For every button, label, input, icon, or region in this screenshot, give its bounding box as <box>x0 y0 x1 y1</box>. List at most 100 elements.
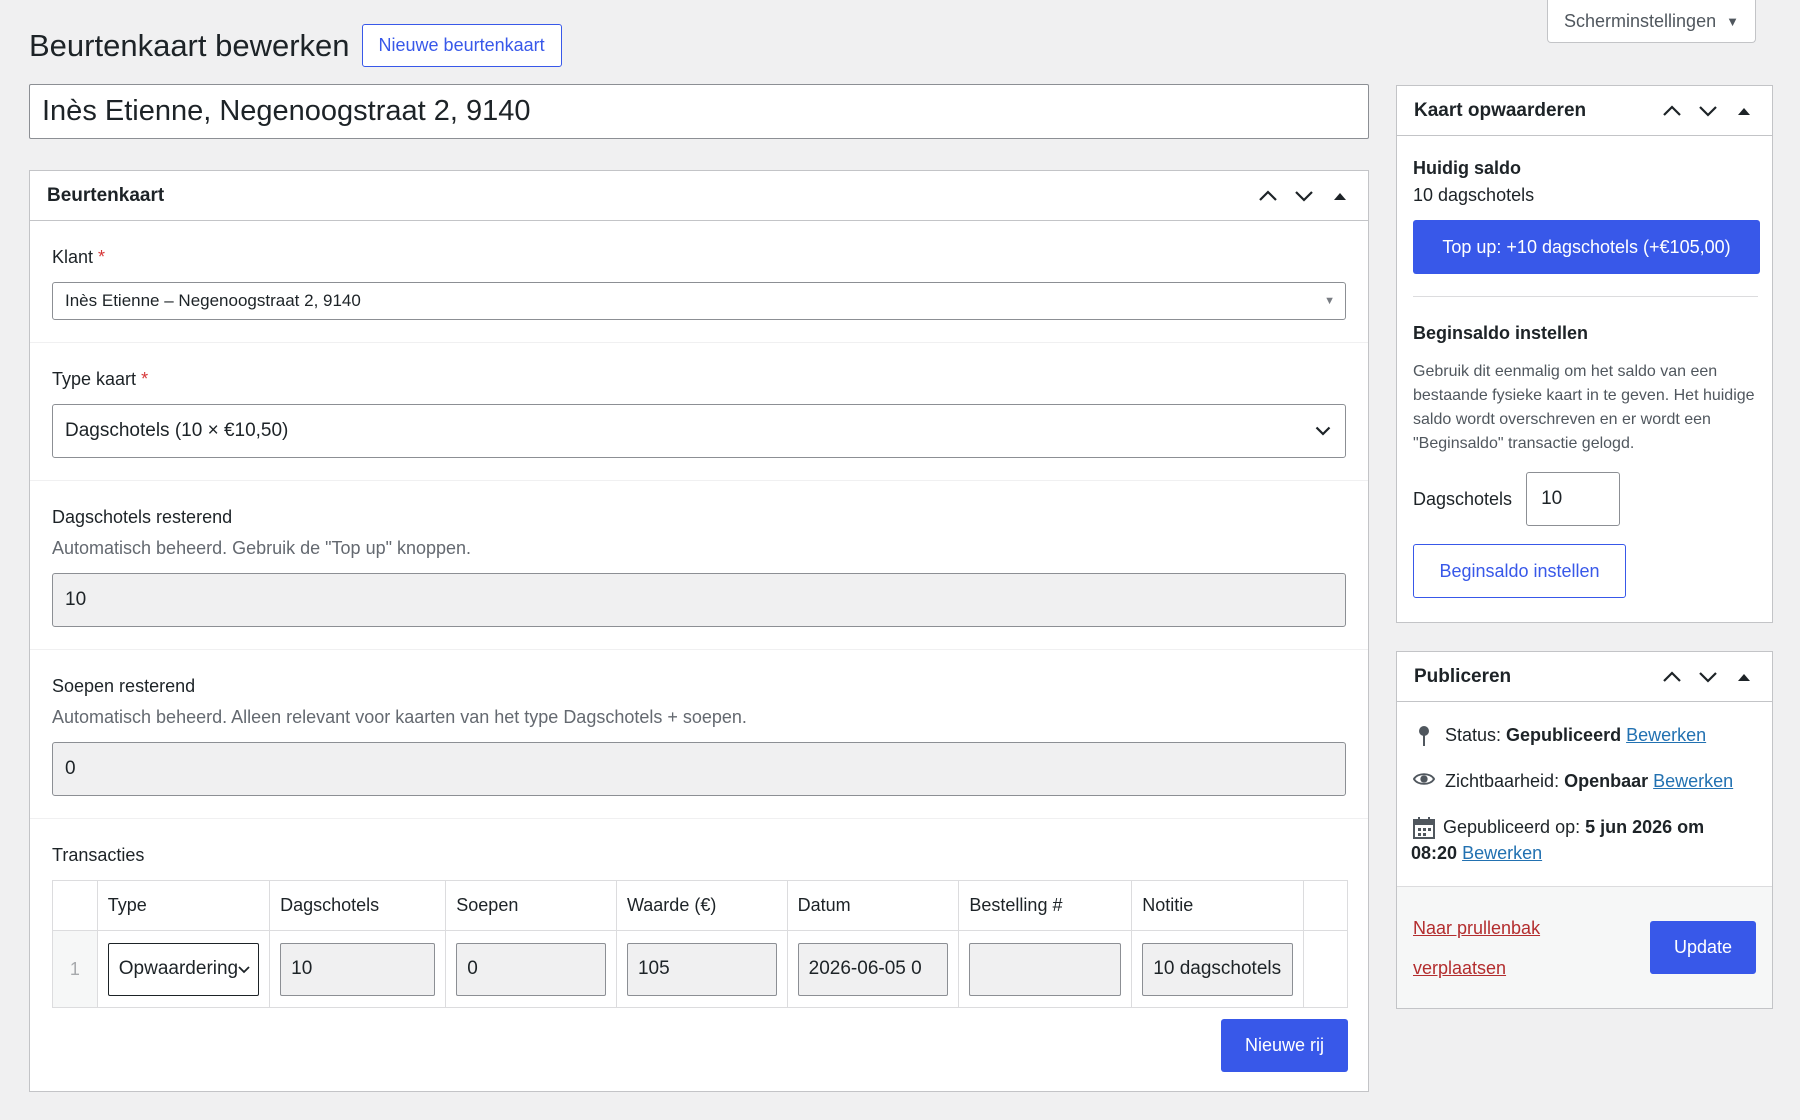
move-down-icon[interactable] <box>1292 184 1316 208</box>
type-kaart-label: Type kaart * <box>52 369 149 389</box>
edit-visibility-link[interactable]: Bewerken <box>1653 771 1733 791</box>
type-select[interactable]: Opwaardering <box>107 942 260 996</box>
move-up-icon[interactable] <box>1660 99 1684 123</box>
screen-options-button[interactable]: Scherminstellingen ▼ <box>1547 0 1756 43</box>
type-kaart-field: Type kaart * Dagschotels (10 × €10,50) <box>30 343 1368 481</box>
soepen-cell: 0 <box>445 930 617 1008</box>
waarde-cell: 105 <box>615 930 788 1008</box>
edit-date-link[interactable]: Bewerken <box>1462 843 1542 863</box>
divider <box>1413 296 1758 297</box>
published-text: Gepubliceerd op: 5 jun 2026 om 08:20 Bewe… <box>1411 817 1705 863</box>
transacties-table: Type Dagschotels Soepen Waarde (€) Datum… <box>52 880 1348 1008</box>
status-row: Status: Gepubliceerd Bewerken <box>1413 722 1756 748</box>
column-header: Soepen <box>445 880 617 931</box>
caret-down-icon: ▼ <box>1324 295 1335 307</box>
row-number-header <box>52 880 98 931</box>
datum-cell-input[interactable]: 2026-06-05 0 <box>797 942 949 996</box>
update-button[interactable]: Update <box>1650 921 1756 974</box>
visibility-row: Zichtbaarheid: Openbaar Bewerken <box>1413 768 1756 794</box>
bestelling-cell-input[interactable] <box>969 942 1122 996</box>
toggle-panel-icon[interactable] <box>1732 665 1756 689</box>
beurtenkaart-metabox: Beurtenkaart Klant * Inès Etienne – Nege… <box>29 170 1369 1092</box>
column-header: Bestelling # <box>958 880 1133 931</box>
metabox-handles <box>1660 99 1756 123</box>
table-row: 1 Opwaardering 10 0 105 2026-06-05 0 10 … <box>52 930 1348 1008</box>
post-title-input[interactable]: Inès Etienne, Negenoogstraat 2, 9140 <box>29 84 1369 139</box>
soepen-field: Soepen resterend Automatisch beheerd. Al… <box>30 650 1368 819</box>
klant-field: Klant * Inès Etienne – Negenoogstraat 2,… <box>30 221 1368 343</box>
type-kaart-select-value: Dagschotels (10 × €10,50) <box>65 420 289 441</box>
page-title: Beurtenkaart bewerken <box>29 27 350 63</box>
metabox-header: Kaart opwaarderen <box>1397 86 1772 136</box>
dagschotels-field: Dagschotels resterend Automatisch beheer… <box>30 481 1368 650</box>
soepen-input: 0 <box>52 742 1346 796</box>
begin-dagschotels-label: Dagschotels <box>1413 488 1513 509</box>
chevron-down-icon <box>238 958 250 980</box>
metabox-handles <box>1256 184 1352 208</box>
add-row-button[interactable]: Nieuwe rij <box>1220 1019 1348 1072</box>
transacties-label: Transacties <box>52 845 145 865</box>
notitie-cell-input[interactable]: 10 dagschotels <box>1142 942 1294 996</box>
publish-metabox: Publiceren Status: Gepubliceerd Bewerken… <box>1396 651 1773 1009</box>
metabox-handles <box>1660 665 1756 689</box>
set-begin-balance-button[interactable]: Beginsaldo instellen <box>1413 544 1626 598</box>
calendar-icon <box>1413 814 1435 839</box>
row-actions-cell[interactable] <box>1303 930 1348 1008</box>
dagschotels-input: 10 <box>52 573 1346 627</box>
metabox-title: Publiceren <box>1414 665 1512 687</box>
status-text: Status: Gepubliceerd Bewerken <box>1445 725 1707 745</box>
datum-cell: 2026-06-05 0 <box>786 930 960 1008</box>
klant-select-value: Inès Etienne – Negenoogstraat 2, 9140 <box>65 291 361 310</box>
notitie-cell: 10 dagschotels <box>1131 930 1305 1008</box>
publish-content: Status: Gepubliceerd Bewerken Zichtbaarh… <box>1397 702 1772 882</box>
visibility-text: Zichtbaarheid: Openbaar Bewerken <box>1445 771 1734 791</box>
topup-button[interactable]: Top up: +10 dagschotels (+€105,00) <box>1413 220 1760 274</box>
klant-select[interactable]: Inès Etienne – Negenoogstraat 2, 9140 ▼ <box>52 282 1346 320</box>
dagschotels-label: Dagschotels resterend <box>52 507 233 527</box>
move-down-icon[interactable] <box>1696 665 1720 689</box>
bestelling-cell <box>958 930 1133 1008</box>
move-down-icon[interactable] <box>1696 99 1720 123</box>
trash-link[interactable]: Naar prullenbak verplaatsen <box>1413 908 1540 988</box>
transacties-field: Transacties Type Dagschotels Soepen Waar… <box>30 819 1368 1094</box>
publish-actions: Naar prullenbak verplaatsen Update <box>1397 886 1772 1008</box>
move-up-icon[interactable] <box>1660 665 1684 689</box>
dagschotels-cell-input[interactable]: 10 <box>280 942 436 996</box>
begin-balance-title: Beginsaldo instellen <box>1413 323 1589 343</box>
screen-options-label: Scherminstellingen <box>1564 10 1717 31</box>
table-header-row: Type Dagschotels Soepen Waarde (€) Datum… <box>52 880 1348 931</box>
kaart-opwaarderen-metabox: Kaart opwaarderen Huidig saldo 10 dagsch… <box>1396 85 1773 623</box>
waarde-cell-input[interactable]: 105 <box>626 942 777 996</box>
klant-label: Klant * <box>52 247 106 267</box>
column-header: Dagschotels <box>269 880 447 931</box>
type-kaart-select[interactable]: Dagschotels (10 × €10,50) <box>52 404 1346 458</box>
soepen-label: Soepen resterend <box>52 676 196 696</box>
caret-down-icon: ▼ <box>1726 13 1739 29</box>
move-up-icon[interactable] <box>1256 184 1280 208</box>
current-balance-value: 10 dagschotels <box>1413 185 1535 205</box>
soepen-cell-input[interactable]: 0 <box>456 942 606 996</box>
soepen-description: Automatisch beheerd. Alleen relevant voo… <box>52 707 747 727</box>
published-row: Gepubliceerd op: 5 jun 2026 om 08:20 Bewe… <box>1411 814 1756 866</box>
begin-dagschotels-input[interactable]: 10 <box>1526 472 1621 526</box>
dagschotels-cell: 10 <box>269 930 447 1008</box>
column-header: Datum <box>786 880 960 931</box>
page-header: Beurtenkaart bewerken Nieuwe beurtenkaar… <box>29 24 562 67</box>
row-number[interactable]: 1 <box>52 930 98 1008</box>
column-header: Waarde (€) <box>615 880 788 931</box>
toggle-panel-icon[interactable] <box>1732 99 1756 123</box>
toggle-panel-icon[interactable] <box>1328 184 1352 208</box>
add-new-button[interactable]: Nieuwe beurtenkaart <box>361 24 562 67</box>
eye-icon <box>1413 768 1435 787</box>
metabox-title: Beurtenkaart <box>47 184 165 206</box>
pin-icon <box>1413 722 1435 747</box>
type-cell: Opwaardering <box>96 930 271 1008</box>
metabox-header: Beurtenkaart <box>30 171 1368 221</box>
current-balance-label: Huidig saldo <box>1413 158 1521 178</box>
edit-status-link[interactable]: Bewerken <box>1626 725 1706 745</box>
topup-content: Huidig saldo 10 dagschotels Top up: +10 … <box>1397 136 1772 618</box>
type-select-value: Opwaardering <box>118 958 239 979</box>
metabox-title: Kaart opwaarderen <box>1414 99 1587 121</box>
chevron-down-icon <box>1315 420 1331 442</box>
metabox-header: Publiceren <box>1397 652 1772 702</box>
